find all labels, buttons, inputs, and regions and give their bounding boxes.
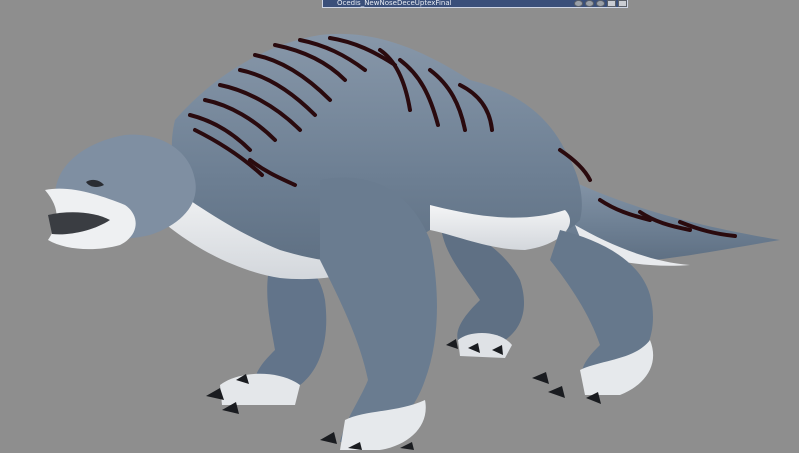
3d-viewport[interactable]: Ocedis_NewNoseDeceUptexFinal	[0, 0, 799, 453]
creature-3d-model	[45, 33, 780, 450]
creature-head	[45, 134, 196, 250]
